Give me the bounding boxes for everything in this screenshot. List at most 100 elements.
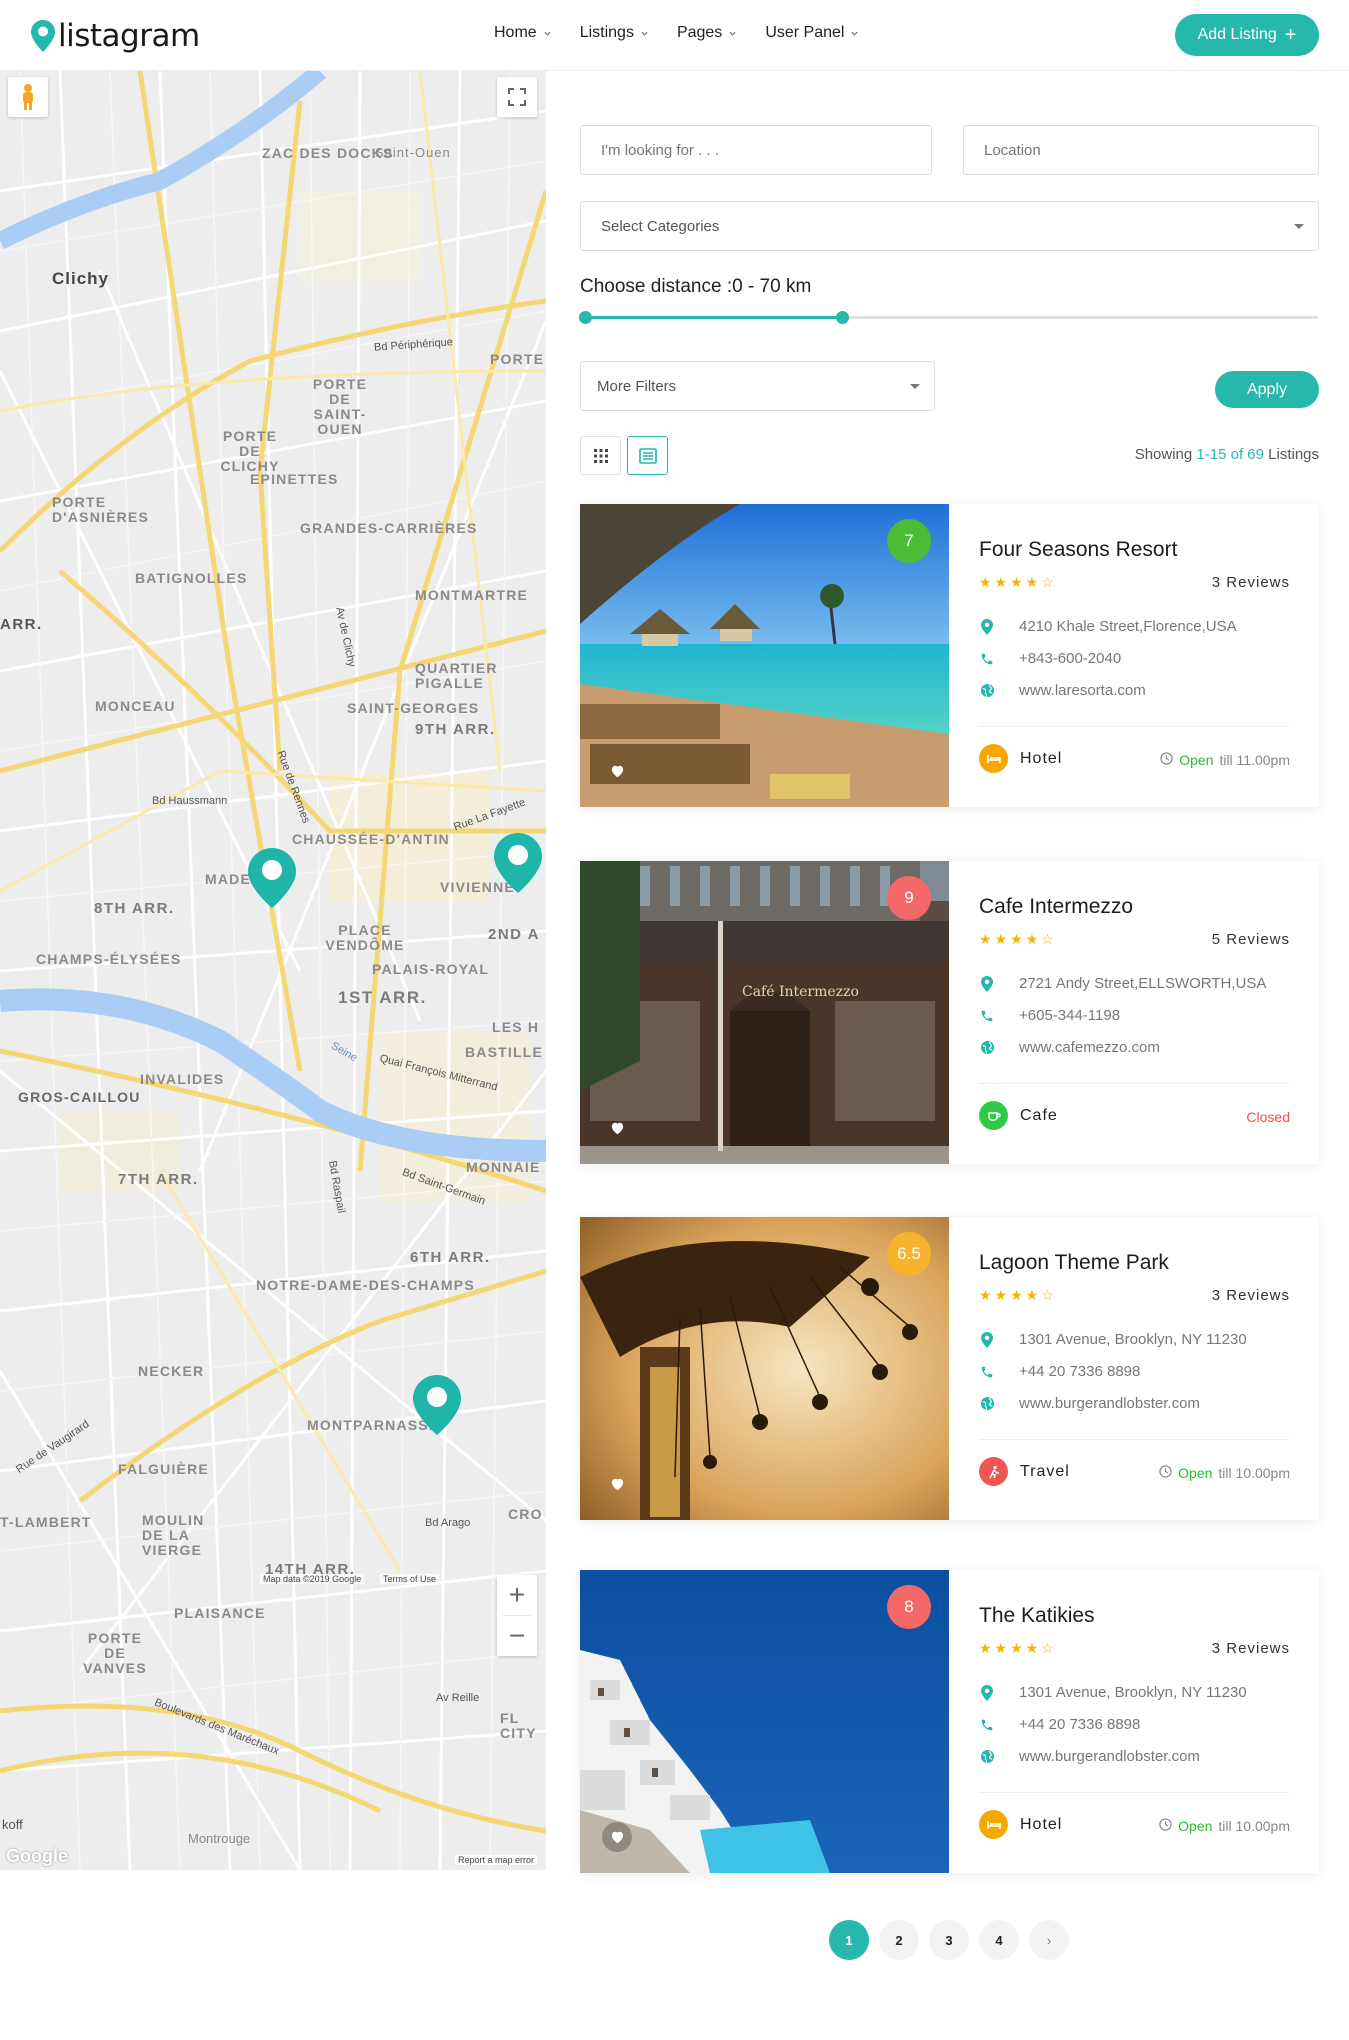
- phone-text[interactable]: +44 20 7336 8898: [1019, 1363, 1140, 1380]
- listing-image[interactable]: 6.5: [580, 1217, 949, 1520]
- street-label: Bd Haussmann: [152, 795, 228, 807]
- location-input-field[interactable]: [984, 141, 1318, 159]
- map-marker-icon[interactable]: [411, 1373, 463, 1437]
- phone-row: +44 20 7336 8898: [979, 1363, 1140, 1380]
- reviews-count[interactable]: 3 Reviews: [1212, 1640, 1290, 1657]
- chevron-down-icon: [729, 31, 736, 36]
- listing-image[interactable]: Café Intermezzo 9: [580, 861, 949, 1164]
- pagination: 1 2 3 4 ›: [829, 1920, 1069, 1960]
- fullscreen-icon[interactable]: [497, 77, 537, 117]
- distance-max-handle[interactable]: [835, 311, 849, 324]
- map-label: Montrouge: [188, 1831, 251, 1846]
- reviews-count[interactable]: 3 Reviews: [1212, 1287, 1290, 1304]
- keyword-input-field[interactable]: [601, 141, 931, 159]
- caret-down-icon: [1294, 224, 1304, 229]
- zoom-in-button[interactable]: +: [497, 1575, 537, 1615]
- listing-card[interactable]: 6.5 Lagoon Theme Park ★★★★☆ 3 Reviews 13…: [580, 1217, 1319, 1520]
- phone-text[interactable]: +44 20 7336 8898: [1019, 1716, 1140, 1733]
- map-report-link[interactable]: Report a map error: [455, 1855, 538, 1865]
- add-listing-button[interactable]: Add Listing +: [1175, 14, 1319, 56]
- map-label: Clichy: [52, 269, 110, 288]
- phone-text[interactable]: +843-600-2040: [1019, 650, 1121, 667]
- distance-slider[interactable]: [579, 311, 1318, 324]
- heart-icon[interactable]: [602, 1113, 632, 1143]
- website-link[interactable]: www.laresorta.com: [1019, 682, 1146, 699]
- zoom-out-button[interactable]: −: [497, 1616, 537, 1656]
- map-label: PORTE DE VANVES: [83, 1630, 147, 1676]
- listing-card[interactable]: 8 The Katikies ★★★★☆ 3 Reviews 1301 Aven…: [580, 1570, 1319, 1873]
- reviews-count[interactable]: 3 Reviews: [1212, 574, 1290, 591]
- website-row: www.burgerandlobster.com: [979, 1748, 1200, 1765]
- more-filters-select[interactable]: More Filters: [580, 361, 935, 411]
- globe-icon: [979, 1749, 995, 1765]
- map-label: T-LAMBERT: [0, 1514, 92, 1530]
- page-button-3[interactable]: 3: [929, 1920, 969, 1960]
- nav-pages[interactable]: Pages: [677, 24, 737, 42]
- map-label: 1ST ARR.: [338, 988, 427, 1007]
- clock-icon: [1159, 1465, 1172, 1481]
- listing-title[interactable]: Four Seasons Resort: [979, 538, 1177, 562]
- page-button-4[interactable]: 4: [979, 1920, 1019, 1960]
- map-label: MADE: [205, 871, 252, 887]
- clock-icon: [1159, 1818, 1172, 1834]
- map-marker-icon[interactable]: [492, 831, 544, 895]
- category-tag[interactable]: Hotel: [979, 1810, 1062, 1839]
- listing-card[interactable]: 7 Four Seasons Resort ★★★★☆ 3 Reviews 42…: [580, 504, 1319, 807]
- nav-user-panel-label: User Panel: [765, 24, 845, 41]
- address-text: 1301 Avenue, Brooklyn, NY 11230: [1019, 1331, 1247, 1348]
- listing-title[interactable]: Lagoon Theme Park: [979, 1251, 1169, 1275]
- list-view-button[interactable]: [627, 436, 668, 475]
- location-input[interactable]: [963, 125, 1319, 175]
- map-label: PLAISANCE: [174, 1605, 266, 1621]
- map-label: GRANDES-CARRIÈRES: [300, 520, 478, 536]
- category-tag[interactable]: Travel: [979, 1457, 1070, 1486]
- listing-title[interactable]: The Katikies: [979, 1604, 1095, 1628]
- address-row: 1301 Avenue, Brooklyn, NY 11230: [979, 1331, 1247, 1348]
- map-label: MONTMARTRE: [415, 587, 529, 603]
- category-tag[interactable]: Hotel: [979, 744, 1062, 773]
- nav-listings[interactable]: Listings: [580, 24, 649, 42]
- logo[interactable]: listagram: [30, 14, 200, 58]
- listing-card[interactable]: Café Intermezzo 9 Cafe Intermezzo ★★★★☆ …: [580, 861, 1319, 1164]
- address-row: 1301 Avenue, Brooklyn, NY 11230: [979, 1684, 1247, 1701]
- category-select[interactable]: Select Categories: [580, 201, 1319, 251]
- map-label: GROS-CAILLOU: [18, 1089, 141, 1105]
- grid-view-button[interactable]: [580, 436, 621, 475]
- heart-icon[interactable]: [602, 1822, 632, 1852]
- phone-text[interactable]: +605-344-1198: [1019, 1007, 1120, 1024]
- category-tag[interactable]: Cafe: [979, 1101, 1058, 1130]
- status-hours: till 11.00pm: [1219, 752, 1290, 768]
- reviews-count[interactable]: 5 Reviews: [1212, 931, 1290, 948]
- apply-button[interactable]: Apply: [1215, 371, 1319, 408]
- address-text: 1301 Avenue, Brooklyn, NY 11230: [1019, 1684, 1247, 1701]
- plus-icon: +: [1284, 24, 1297, 46]
- listing-title[interactable]: Cafe Intermezzo: [979, 895, 1133, 919]
- map-marker-icon[interactable]: [246, 846, 298, 910]
- rating-badge: 9: [887, 876, 931, 920]
- heart-icon[interactable]: [602, 756, 632, 786]
- more-filters-label: More Filters: [597, 377, 677, 395]
- listing-image[interactable]: 8: [580, 1570, 949, 1873]
- heart-icon[interactable]: [602, 1469, 632, 1499]
- nav-user-panel[interactable]: User Panel: [765, 24, 859, 42]
- website-link[interactable]: www.burgerandlobster.com: [1019, 1748, 1200, 1765]
- map-panel[interactable]: ZAC DES DOCKS Saint-Ouen Clichy PORTE DE…: [0, 71, 546, 1870]
- page-button-1[interactable]: 1: [829, 1920, 869, 1960]
- map-terms-link[interactable]: Terms of Use: [380, 1574, 440, 1584]
- listing-image[interactable]: 7: [580, 504, 949, 807]
- map-label: LES H: [492, 1019, 540, 1035]
- website-link[interactable]: www.cafemezzo.com: [1019, 1039, 1160, 1056]
- street-view-pegman-icon[interactable]: [8, 77, 48, 117]
- listing-body: The Katikies ★★★★☆ 3 Reviews 1301 Avenue…: [979, 1570, 1290, 1873]
- star-rating: ★★★★☆: [979, 931, 1057, 947]
- website-row: www.cafemezzo.com: [979, 1039, 1160, 1056]
- distance-min-handle[interactable]: [579, 311, 592, 324]
- status-hours: till 10.00pm: [1218, 1465, 1290, 1481]
- page-button-2[interactable]: 2: [879, 1920, 919, 1960]
- address-text: 4210 Khale Street,Florence,USA: [1019, 618, 1237, 635]
- nav-home[interactable]: Home: [494, 24, 552, 42]
- nav-pages-label: Pages: [676, 24, 723, 41]
- keyword-search-input[interactable]: [580, 125, 932, 175]
- next-page-button[interactable]: ›: [1029, 1920, 1069, 1960]
- website-link[interactable]: www.burgerandlobster.com: [1019, 1395, 1200, 1412]
